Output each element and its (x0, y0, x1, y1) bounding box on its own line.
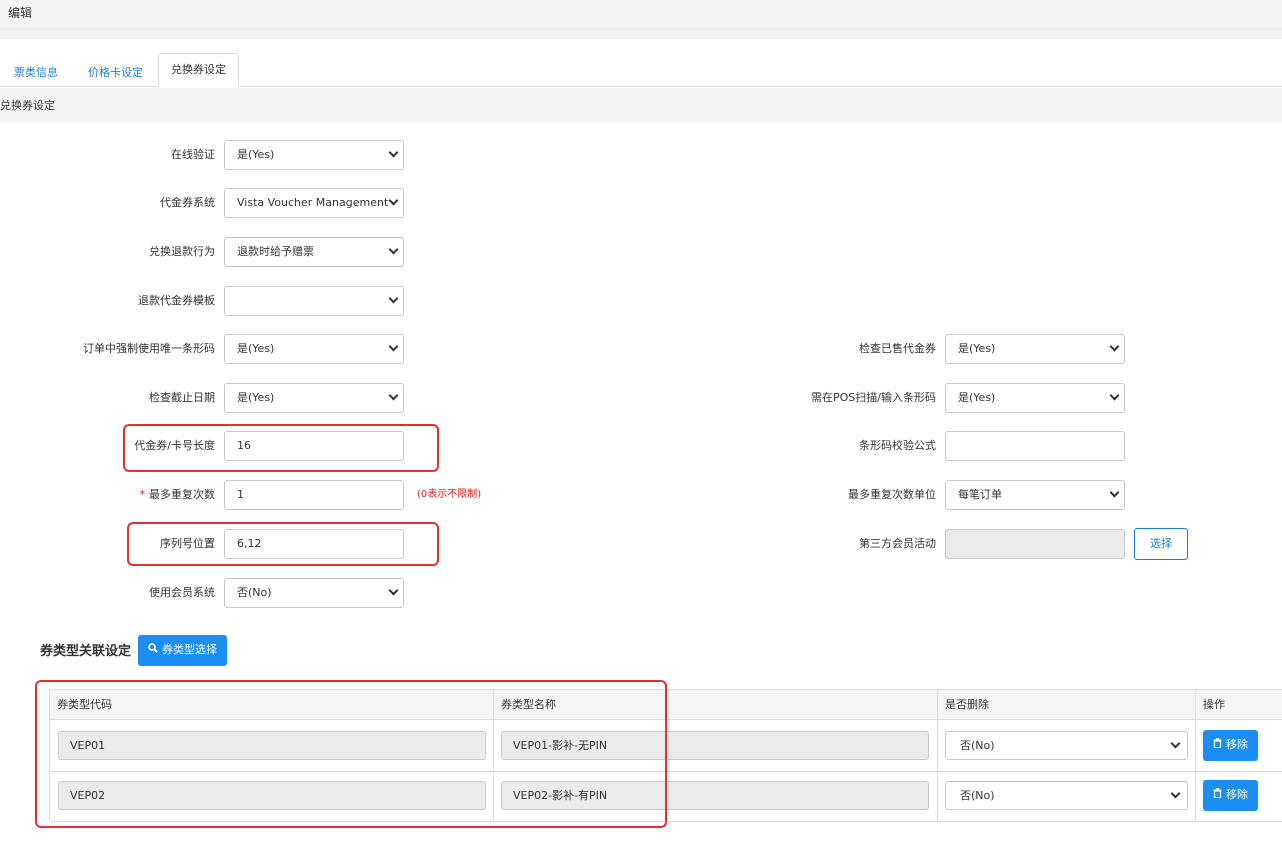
row-deleted-select[interactable]: 否(No) (945, 731, 1188, 760)
member-system-select[interactable]: 否(No) (224, 578, 404, 608)
search-icon (148, 635, 158, 665)
column-header: 操作 (1203, 698, 1225, 711)
max-repeat-unit-select[interactable]: 每笔订单 (945, 480, 1125, 510)
trash-icon (1213, 780, 1222, 810)
pos-scan-select[interactable]: 是(Yes) (945, 383, 1125, 413)
row-divider (50, 821, 1282, 822)
serial-position-input[interactable]: 6,12 (224, 529, 404, 559)
online-validation-label: 在线验证 (171, 148, 215, 161)
chevron-down-icon (1170, 788, 1181, 799)
card-length-input[interactable]: 16 (224, 431, 404, 461)
third-party-activity-input (945, 529, 1125, 559)
trash-icon (1213, 730, 1222, 760)
column-divider (493, 690, 494, 822)
third-party-activity-label: 第三方会员活动 (859, 537, 936, 550)
chevron-down-icon (1170, 738, 1181, 749)
check-expiry-label: 检查截止日期 (149, 391, 215, 404)
barcode-formula-label: 条形码校验公式 (859, 439, 936, 452)
row-name-input: VEP01-影补-无PIN (501, 731, 929, 760)
assoc-section-title: 券类型关联设定 (40, 644, 132, 659)
chevron-down-icon (388, 585, 399, 596)
online-validation-select[interactable]: 是(Yes) (224, 140, 404, 170)
unique-barcode-select[interactable]: 是(Yes) (224, 334, 404, 364)
row-code-input: VEP02 (58, 781, 486, 810)
chevron-down-icon (388, 147, 399, 158)
column-divider (937, 690, 938, 822)
tab-bar: 票类信息 价格卡设定 兑换券设定 (0, 39, 1282, 87)
remove-button[interactable]: 移除 (1203, 780, 1258, 811)
check-sold-select[interactable]: 是(Yes) (945, 334, 1125, 364)
refund-behavior-label: 兑换退款行为 (149, 245, 215, 258)
section-header: 兑换券设定 (0, 88, 1282, 122)
chevron-down-icon (388, 244, 399, 255)
voucher-system-label: 代金券系统 (160, 196, 215, 209)
chevron-down-icon (388, 341, 399, 352)
refund-template-select[interactable] (224, 286, 404, 316)
max-repeat-unit-label: 最多重复次数单位 (848, 488, 936, 501)
max-repeat-input[interactable]: 1 (224, 480, 404, 510)
remove-button[interactable]: 移除 (1203, 730, 1258, 761)
max-repeat-label: * 最多重复次数 (139, 488, 216, 501)
unique-barcode-label: 订单中强制使用唯一条形码 (83, 342, 215, 355)
voucher-system-select[interactable]: Vista Voucher Management (224, 188, 404, 218)
page-title: 编辑 (8, 6, 33, 20)
check-sold-label: 检查已售代金券 (859, 342, 936, 355)
pos-scan-label: 需在POS扫描/输入条形码 (811, 391, 936, 404)
chevron-down-icon (1109, 390, 1120, 401)
chevron-down-icon (1109, 341, 1120, 352)
voucher-type-table: 券类型代码 券类型名称 是否删除 操作 VEP01 VEP01-影补-无PIN … (49, 689, 1282, 822)
section-title: 兑换券设定 (0, 99, 55, 112)
row-name-input: VEP02-影补-有PIN (501, 781, 929, 810)
tab-price-card[interactable]: 价格卡设定 (76, 59, 155, 87)
required-star: * (139, 488, 146, 501)
serial-position-label: 序列号位置 (160, 537, 215, 550)
table-header: 券类型代码 券类型名称 是否删除 操作 (50, 690, 1282, 720)
row-deleted-select[interactable]: 否(No) (945, 781, 1188, 810)
top-strip (0, 30, 1282, 39)
tab-voucher-settings[interactable]: 兑换券设定 (158, 53, 239, 87)
select-activity-button[interactable]: 选择 (1134, 528, 1188, 560)
column-divider (1195, 690, 1196, 822)
refund-template-label: 退款代金券模板 (138, 294, 215, 307)
tab-ticket-info[interactable]: 票类信息 (2, 59, 70, 87)
chevron-down-icon (1109, 487, 1120, 498)
refund-behavior-select[interactable]: 退款时给予赠票 (224, 237, 404, 267)
card-length-label: 代金券/卡号长度 (134, 439, 215, 452)
column-header: 券类型代码 (50, 690, 494, 720)
chevron-down-icon (388, 390, 399, 401)
check-expiry-select[interactable]: 是(Yes) (224, 383, 404, 413)
row-divider (50, 771, 1282, 772)
barcode-formula-input[interactable] (945, 431, 1125, 461)
column-header: 是否删除 (938, 690, 1196, 720)
column-header: 券类型名称 (494, 690, 938, 720)
chevron-down-icon (388, 293, 399, 304)
row-code-input: VEP01 (58, 731, 486, 760)
chevron-down-icon (388, 195, 399, 206)
member-system-label: 使用会员系统 (149, 586, 215, 599)
voucher-type-select-button[interactable]: 券类型选择 (138, 635, 227, 666)
max-repeat-hint: (0表示不限制) (417, 489, 482, 500)
top-bar: 编辑 (0, 0, 1282, 30)
